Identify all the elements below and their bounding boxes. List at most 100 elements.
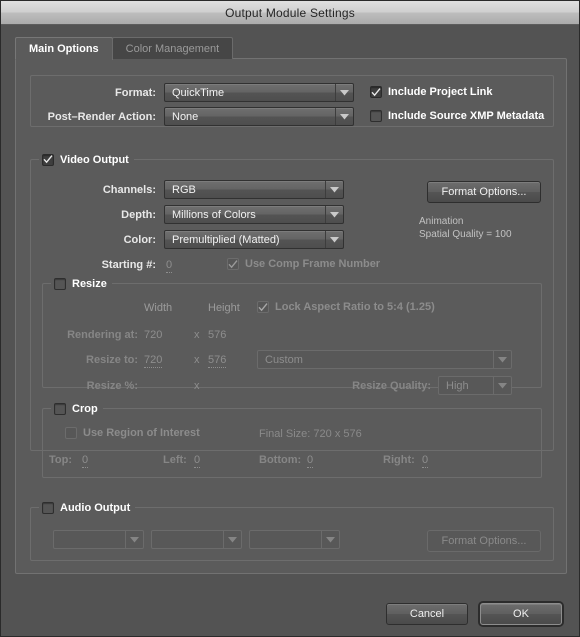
crop-bottom-label: Bottom: <box>259 454 302 466</box>
include-project-link-label: Include Project Link <box>388 86 493 98</box>
resize-percent-label: Resize %: <box>86 380 138 392</box>
resize-quality-dropdown[interactable]: High <box>438 376 512 395</box>
audio-channels-dropdown[interactable] <box>249 530 340 549</box>
window-title: Output Module Settings <box>225 5 355 20</box>
cancel-button-label: Cancel <box>409 608 445 620</box>
video-format-options-button[interactable]: Format Options... <box>427 181 541 203</box>
resize-quality-label: Resize Quality: <box>352 380 431 392</box>
depth-dropdown-value: Millions of Colors <box>172 208 256 221</box>
rendering-at-height: 576 <box>208 329 227 341</box>
crop-top-label: Top: <box>49 454 73 466</box>
audio-output-checkbox[interactable] <box>42 501 54 514</box>
crop-left-label: Left: <box>163 454 187 466</box>
chevron-down-icon <box>325 206 343 223</box>
resize-checkbox[interactable] <box>54 277 66 290</box>
resize-width-header: Width <box>144 302 173 314</box>
audio-depth-dropdown[interactable] <box>151 530 242 549</box>
starting-number-label: Starting #: <box>101 259 156 271</box>
depth-dropdown[interactable]: Millions of Colors <box>164 205 344 224</box>
tab-main-options[interactable]: Main Options <box>15 37 113 60</box>
color-label: Color: <box>123 234 156 246</box>
tab-strip: Main Options Color Management <box>15 36 234 60</box>
video-output-group: Video Output Channels: RGB Depth: Millio… <box>30 152 554 478</box>
format-dropdown-value: QuickTime <box>172 86 225 99</box>
chevron-down-icon <box>335 108 353 125</box>
chevron-down-icon <box>325 181 343 198</box>
crop-bottom-value[interactable]: 0 <box>307 454 314 468</box>
use-comp-frame-number-checkbox[interactable] <box>227 258 239 270</box>
tab-main-options-label: Main Options <box>29 42 99 55</box>
ok-button[interactable]: OK <box>480 603 562 625</box>
crop-right-label: Right: <box>383 454 415 466</box>
resize-to-width[interactable]: 720 <box>144 354 163 368</box>
resize-percent-separator: x <box>194 380 200 392</box>
use-comp-frame-number-row[interactable]: Use Comp Frame Number <box>227 258 380 270</box>
include-project-link-checkbox[interactable] <box>370 86 382 98</box>
resize-to-label: Resize to: <box>86 354 138 366</box>
chevron-down-icon <box>321 531 339 548</box>
output-module-settings-dialog: Output Module Settings Main Options Colo… <box>0 0 580 637</box>
title-bar: Output Module Settings <box>1 1 579 25</box>
use-region-of-interest-checkbox[interactable] <box>65 427 77 439</box>
rendering-at-width: 720 <box>144 329 163 341</box>
channels-label: Channels: <box>102 184 156 196</box>
lock-aspect-ratio-row[interactable]: Lock Aspect Ratio to 5:4 (1.25) <box>257 301 435 313</box>
format-group: Format: QuickTime Post–Render Action: No… <box>30 75 554 127</box>
channels-dropdown-value: RGB <box>172 183 196 196</box>
resize-preset-dropdown[interactable]: Custom <box>257 350 512 369</box>
resize-to-height[interactable]: 576 <box>208 354 227 368</box>
depth-label: Depth: <box>121 209 156 221</box>
include-xmp-label: Include Source XMP Metadata <box>388 110 545 122</box>
audio-output-legend[interactable]: Audio Output <box>39 500 136 515</box>
resize-legend-label: Resize <box>72 277 107 290</box>
resize-preset-value: Custom <box>265 353 303 366</box>
video-format-options-label: Format Options... <box>441 186 527 198</box>
audio-output-group: Audio Output Format Options... <box>30 500 554 561</box>
codec-info-text: Animation Spatial Quality = 100 <box>419 216 512 240</box>
audio-output-legend-label: Audio Output <box>60 501 131 514</box>
video-output-checkbox[interactable] <box>42 153 54 166</box>
resize-to-separator: x <box>194 354 200 366</box>
crop-left-value[interactable]: 0 <box>194 454 201 468</box>
crop-checkbox[interactable] <box>54 402 66 415</box>
color-dropdown[interactable]: Premultiplied (Matted) <box>164 230 344 249</box>
chevron-down-icon <box>325 231 343 248</box>
crop-right-value[interactable]: 0 <box>422 454 429 468</box>
channels-dropdown[interactable]: RGB <box>164 180 344 199</box>
color-dropdown-value: Premultiplied (Matted) <box>172 233 280 246</box>
resize-legend[interactable]: Resize <box>51 276 112 291</box>
video-output-legend-label: Video Output <box>60 153 129 166</box>
rendering-at-separator: x <box>194 329 200 341</box>
crop-legend[interactable]: Crop <box>51 401 103 416</box>
audio-rate-dropdown[interactable] <box>53 530 144 549</box>
crop-top-value[interactable]: 0 <box>82 454 89 468</box>
rendering-at-label: Rendering at: <box>67 329 138 341</box>
final-size-text: Final Size: 720 x 576 <box>259 428 362 440</box>
resize-height-header: Height <box>208 302 240 314</box>
lock-aspect-ratio-checkbox[interactable] <box>257 301 269 313</box>
include-xmp-checkbox[interactable] <box>370 110 382 122</box>
audio-format-options-button[interactable]: Format Options... <box>427 530 541 552</box>
use-region-of-interest-row[interactable]: Use Region of Interest <box>65 427 200 439</box>
resize-quality-value: High <box>446 379 469 392</box>
ok-button-label: OK <box>513 608 529 620</box>
crop-legend-label: Crop <box>72 402 98 415</box>
crop-group: Crop Use Region of Interest Final Size: … <box>42 401 542 478</box>
use-region-of-interest-label: Use Region of Interest <box>83 427 200 439</box>
tab-color-management-label: Color Management <box>125 42 220 55</box>
video-output-legend[interactable]: Video Output <box>39 152 134 167</box>
post-render-action-dropdown[interactable]: None <box>164 107 354 126</box>
main-options-panel: Format: QuickTime Post–Render Action: No… <box>15 58 567 574</box>
post-render-action-label: Post–Render Action: <box>47 111 156 123</box>
chevron-down-icon <box>125 531 143 548</box>
format-label: Format: <box>115 87 156 99</box>
chevron-down-icon <box>493 377 511 394</box>
include-project-link-row[interactable]: Include Project Link <box>370 86 493 98</box>
format-dropdown[interactable]: QuickTime <box>164 83 354 102</box>
chevron-down-icon <box>223 531 241 548</box>
lock-aspect-ratio-label: Lock Aspect Ratio to 5:4 (1.25) <box>275 301 435 313</box>
cancel-button[interactable]: Cancel <box>386 603 468 625</box>
tab-color-management[interactable]: Color Management <box>111 37 234 59</box>
include-xmp-row[interactable]: Include Source XMP Metadata <box>370 110 544 122</box>
starting-number-value[interactable]: 0 <box>166 259 173 273</box>
